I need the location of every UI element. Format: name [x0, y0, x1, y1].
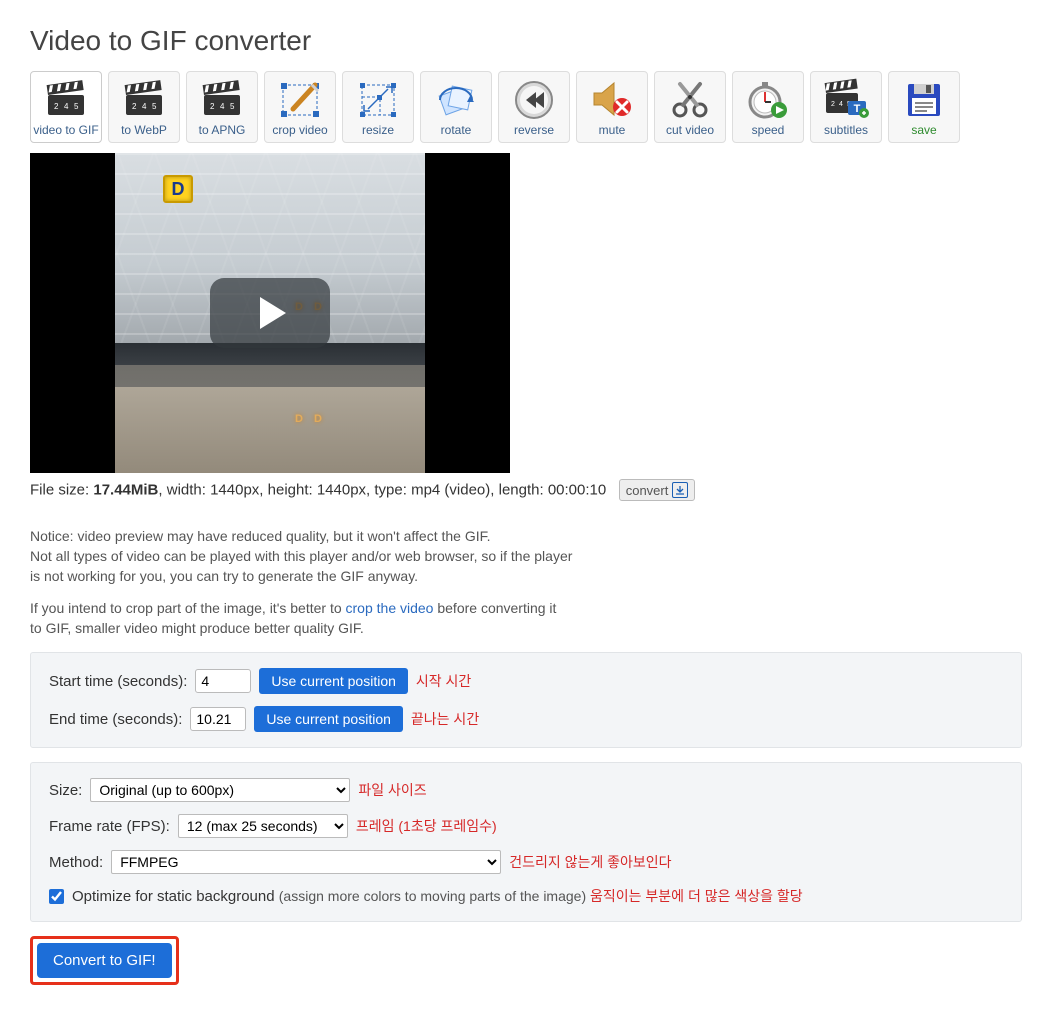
tool-to-apng[interactable]: 245 to APNG — [186, 71, 258, 143]
tool-mute[interactable]: mute — [576, 71, 648, 143]
svg-text:2: 2 — [132, 102, 137, 111]
start-time-note: 시작 시간 — [416, 671, 471, 691]
clapper-icon: 245 — [33, 76, 99, 123]
svg-text:4: 4 — [64, 102, 69, 111]
video-preview[interactable]: D D D D D — [30, 153, 510, 473]
download-icon — [672, 482, 688, 498]
tool-subtitles[interactable]: 245 T subtitles — [810, 71, 882, 143]
end-time-label: End time (seconds): — [49, 711, 182, 728]
convert-highlight: Convert to GIF! — [30, 936, 179, 985]
start-time-input[interactable] — [195, 669, 251, 693]
svg-text:4: 4 — [142, 102, 147, 111]
tool-video-to-gif[interactable]: 245 video to GIF — [30, 71, 102, 143]
optimize-checkbox[interactable] — [49, 889, 64, 904]
tool-crop-video[interactable]: crop video — [264, 71, 336, 143]
reverse-icon — [501, 76, 567, 123]
rotate-icon — [423, 76, 489, 123]
notice-line: to GIF, smaller video might produce bett… — [30, 618, 1022, 638]
end-time-note: 끝나는 시간 — [411, 709, 479, 729]
end-time-input[interactable] — [190, 707, 246, 731]
options-panel: Size: Original (up to 600px) 파일 사이즈 Fram… — [30, 762, 1022, 922]
use-current-start-button[interactable]: Use current position — [259, 668, 408, 694]
tool-rotate[interactable]: rotate — [420, 71, 492, 143]
clapper-icon: 245 — [189, 76, 255, 123]
fps-select[interactable]: 12 (max 25 seconds) — [178, 814, 348, 838]
tool-label: to WebP — [121, 123, 167, 137]
tool-label: resize — [362, 123, 394, 137]
tool-label: speed — [752, 123, 785, 137]
tool-label: crop video — [272, 123, 327, 137]
play-button[interactable] — [210, 278, 330, 348]
gate-sign: D — [163, 175, 193, 203]
svg-text:5: 5 — [74, 102, 79, 111]
use-current-end-button[interactable]: Use current position — [254, 706, 403, 732]
tool-speed[interactable]: speed — [732, 71, 804, 143]
svg-text:2: 2 — [210, 102, 215, 111]
page-title: Video to GIF converter — [30, 25, 1022, 57]
method-label: Method: — [49, 854, 103, 871]
svg-text:2: 2 — [831, 101, 835, 108]
tool-label: video to GIF — [33, 123, 98, 137]
file-size-value: 17.44MiB — [93, 482, 158, 499]
tool-save[interactable]: save — [888, 71, 960, 143]
tool-label: rotate — [441, 123, 472, 137]
toolbar: 245 video to GIF 245 to WebP 245 to APNG — [30, 71, 1022, 143]
start-time-label: Start time (seconds): — [49, 673, 187, 690]
tool-label: subtitles — [824, 123, 868, 137]
gate-dd-reflection: D D — [295, 413, 326, 425]
method-select[interactable]: FFMPEG — [111, 850, 501, 874]
notice-line: Not all types of video can be played wit… — [30, 546, 1022, 566]
convert-small-label: convert — [626, 483, 669, 498]
play-icon — [260, 297, 286, 329]
notice-line: If you intend to crop part of the image,… — [30, 598, 1022, 618]
tool-reverse[interactable]: reverse — [498, 71, 570, 143]
fps-note: 프레임 (1초당 프레임수) — [356, 816, 497, 836]
convert-small-button[interactable]: convert — [619, 479, 696, 501]
tool-to-webp[interactable]: 245 to WebP — [108, 71, 180, 143]
method-note: 건드리지 않는게 좋아보인다 — [509, 852, 671, 872]
stopwatch-icon — [735, 76, 801, 123]
notice-line: is not working for you, you can try to g… — [30, 566, 1022, 586]
crop-icon — [267, 76, 333, 123]
scissors-icon — [657, 76, 723, 123]
tool-label: reverse — [514, 123, 554, 137]
notice-block: Notice: video preview may have reduced q… — [30, 526, 1022, 638]
notice-text: before converting it — [433, 600, 556, 616]
clapper-subtitle-icon: 245 T — [813, 76, 879, 123]
floppy-icon — [891, 76, 957, 123]
size-label: Size: — [49, 782, 82, 799]
svg-text:2: 2 — [54, 102, 59, 111]
resize-icon — [345, 76, 411, 123]
svg-text:4: 4 — [839, 101, 843, 108]
notice-line: Notice: video preview may have reduced q… — [30, 526, 1022, 546]
fps-label: Frame rate (FPS): — [49, 818, 170, 835]
file-size-label: File size: — [30, 482, 93, 499]
crop-video-link[interactable]: crop the video — [346, 600, 434, 616]
svg-text:4: 4 — [220, 102, 225, 111]
svg-text:5: 5 — [152, 102, 157, 111]
notice-text: If you intend to crop part of the image,… — [30, 600, 346, 616]
optimize-note: 움직이는 부분에 더 많은 색상을 할당 — [590, 888, 803, 904]
tool-label: save — [911, 123, 936, 137]
optimize-paren: (assign more colors to moving parts of t… — [279, 888, 590, 904]
size-select[interactable]: Original (up to 600px) — [90, 778, 350, 802]
tool-label: mute — [599, 123, 626, 137]
tool-resize[interactable]: resize — [342, 71, 414, 143]
tool-cut-video[interactable]: cut video — [654, 71, 726, 143]
svg-text:5: 5 — [230, 102, 235, 111]
file-info: File size: 17.44MiB, width: 1440px, heig… — [30, 479, 1022, 501]
time-panel: Start time (seconds): Use current positi… — [30, 652, 1022, 748]
mute-icon — [579, 76, 645, 123]
tool-label: to APNG — [199, 123, 246, 137]
file-info-rest: , width: 1440px, height: 1440px, type: m… — [158, 482, 606, 499]
convert-to-gif-button[interactable]: Convert to GIF! — [37, 943, 172, 978]
size-note: 파일 사이즈 — [358, 780, 426, 800]
tool-label: cut video — [666, 123, 714, 137]
optimize-label: Optimize for static background — [72, 888, 279, 905]
clapper-icon: 245 — [111, 76, 177, 123]
